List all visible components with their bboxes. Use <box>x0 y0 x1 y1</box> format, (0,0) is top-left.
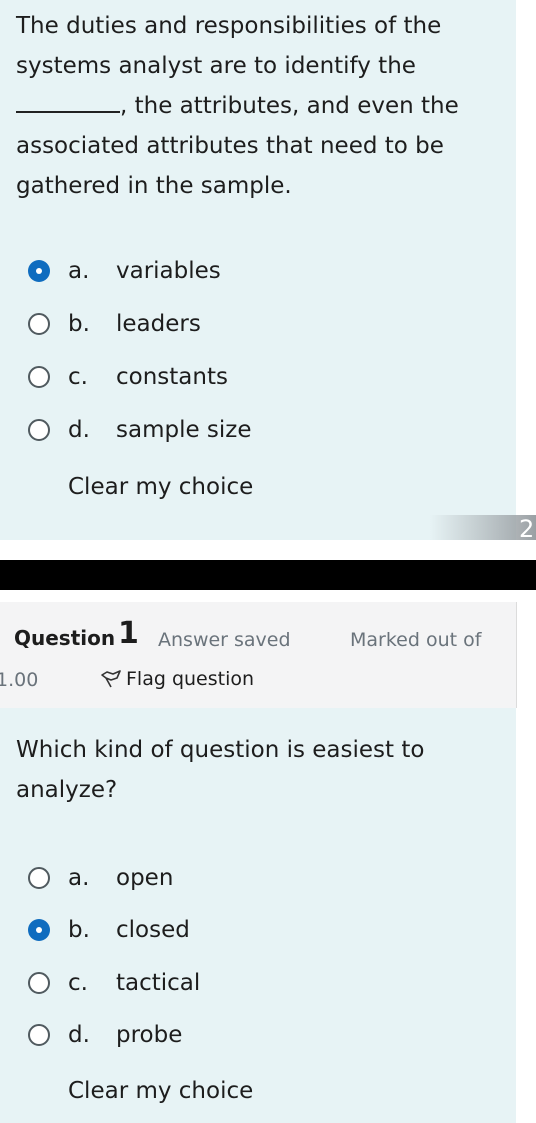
option-label: variables <box>116 258 221 284</box>
option-b[interactable]: b. leaders <box>0 299 516 349</box>
question-text-prev: The duties and responsibilities of the s… <box>16 6 506 206</box>
flag-icon <box>101 670 121 688</box>
answer-blank <box>16 91 120 113</box>
option-letter: d. <box>68 1022 90 1048</box>
flag-question-label: Flag question <box>126 668 255 690</box>
option-label: sample size <box>116 417 252 443</box>
question-label: Question <box>14 626 116 650</box>
option-a[interactable]: a. open <box>0 853 516 903</box>
option-b[interactable]: b. closed <box>0 905 516 955</box>
option-letter: a. <box>68 865 90 891</box>
radio-unchecked-icon[interactable] <box>28 867 50 889</box>
right-margin <box>516 0 536 540</box>
question-points: 1.00 <box>0 669 39 691</box>
option-letter: c. <box>68 364 88 390</box>
option-label: probe <box>116 1022 183 1048</box>
option-label: closed <box>116 917 190 943</box>
radio-checked-icon[interactable] <box>28 260 50 282</box>
option-a[interactable]: a. variables <box>0 246 516 296</box>
radio-unchecked-icon[interactable] <box>28 972 50 994</box>
option-label: tactical <box>116 970 201 996</box>
clear-choice-link[interactable]: Clear my choice <box>68 474 253 500</box>
radio-unchecked-icon[interactable] <box>28 313 50 335</box>
question-marked-out-of: Marked out of <box>350 629 482 651</box>
question-number: 1 <box>118 616 139 651</box>
radio-checked-icon[interactable] <box>28 919 50 941</box>
option-d[interactable]: d. sample size <box>0 405 516 455</box>
question-text: Which kind of question is easiest to ana… <box>16 737 425 803</box>
option-label: open <box>116 865 174 891</box>
option-d[interactable]: d. probe <box>0 1010 516 1060</box>
question-text-before: The duties and responsibilities of the s… <box>16 13 442 79</box>
option-letter: b. <box>68 311 90 337</box>
option-letter: a. <box>68 258 90 284</box>
option-letter: b. <box>68 917 90 943</box>
option-letter: d. <box>68 417 90 443</box>
option-label: leaders <box>116 311 201 337</box>
spacer <box>0 590 536 602</box>
question-state: Answer saved <box>158 629 291 651</box>
option-letter: c. <box>68 970 88 996</box>
next-question-number: 2 <box>519 515 535 543</box>
radio-unchecked-icon[interactable] <box>28 1024 50 1046</box>
option-label: constants <box>116 364 228 390</box>
radio-unchecked-icon[interactable] <box>28 419 50 441</box>
question-info-box <box>0 602 517 708</box>
spacer <box>0 540 536 560</box>
screen-divider <box>0 560 536 590</box>
radio-unchecked-icon[interactable] <box>28 366 50 388</box>
option-c[interactable]: c. tactical <box>0 958 516 1008</box>
flag-question-link[interactable]: Flag question <box>100 668 254 690</box>
option-c[interactable]: c. constants <box>0 352 516 402</box>
clear-choice-link[interactable]: Clear my choice <box>68 1078 253 1104</box>
